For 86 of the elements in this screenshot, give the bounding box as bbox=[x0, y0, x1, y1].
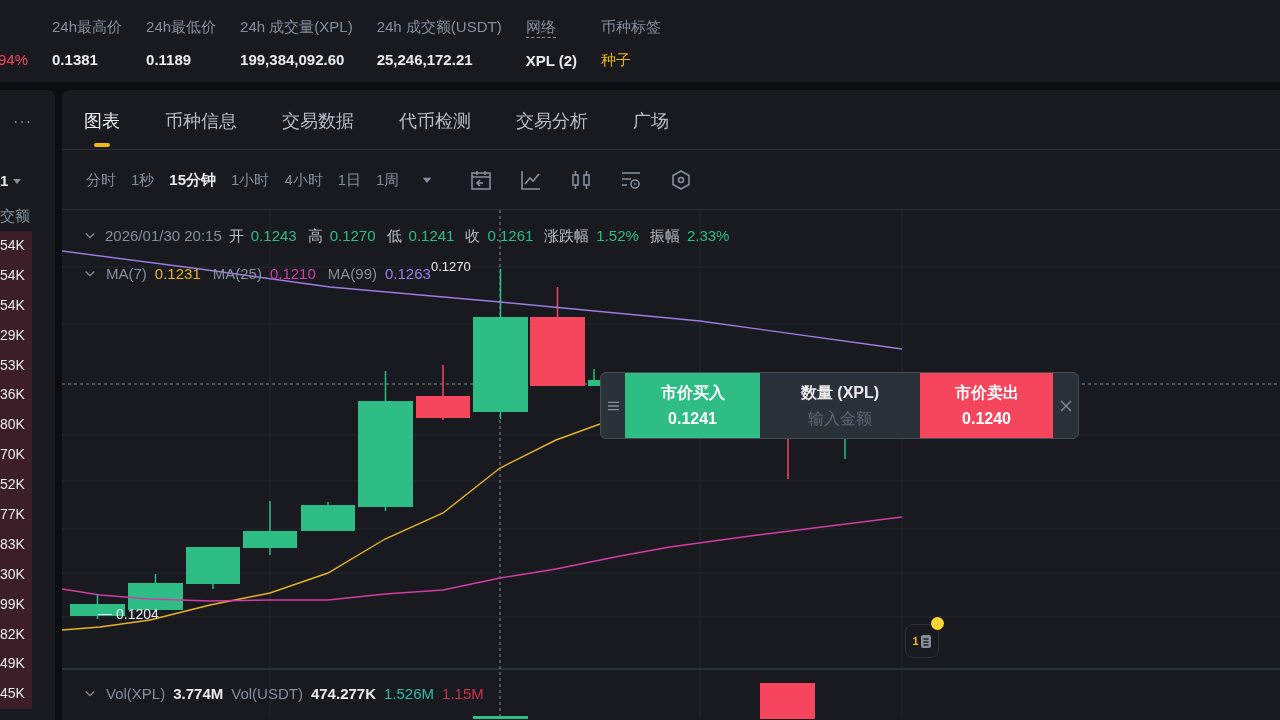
ohlc-label: 高 bbox=[307, 226, 323, 246]
ma-label: MA(99) bbox=[327, 264, 377, 284]
order-book-amount: 99K bbox=[0, 594, 26, 614]
interval-tab[interactable]: 分时 bbox=[86, 169, 116, 190]
candle-datetime: 2026/01/30 20:15 bbox=[105, 226, 222, 246]
stat-value: 0.1381 bbox=[52, 50, 99, 70]
stat-value: 199,384,092.60 bbox=[240, 50, 346, 70]
candlestick bbox=[588, 368, 600, 387]
candlestick bbox=[416, 364, 470, 421]
volume-bar bbox=[760, 683, 815, 719]
candlestick bbox=[301, 501, 355, 532]
ohlc-value: 2.33% bbox=[686, 226, 730, 246]
order-book-amount: 29K bbox=[0, 325, 26, 345]
high-price-marker: 0.1270 bbox=[431, 259, 471, 274]
order-book-amount: 52K bbox=[0, 475, 26, 495]
column-heading: 交额 bbox=[0, 206, 31, 226]
ohlc-value: 1.52% bbox=[596, 226, 639, 246]
quantity-label: 数量 (XPL) bbox=[800, 382, 880, 403]
ohlc-label: 开 bbox=[228, 226, 244, 246]
interval-tab[interactable]: 1日 bbox=[337, 169, 362, 190]
low-price-marker: 0.1204 bbox=[116, 606, 159, 622]
ohlc-label: 振幅 bbox=[649, 226, 680, 246]
order-book-amount: 36K bbox=[0, 385, 26, 405]
ma-value: 0.1231 bbox=[154, 264, 201, 284]
volume-value: 474.277K bbox=[310, 684, 376, 704]
order-book-amount: 77K bbox=[0, 505, 26, 524]
order-book-amount: 49K bbox=[0, 654, 26, 674]
caret-icon bbox=[12, 177, 23, 185]
volume-label: Vol(XPL) bbox=[106, 684, 166, 704]
market-sell-button[interactable]: 市价卖出 0.1240 bbox=[920, 373, 1053, 438]
tab[interactable]: 广场 bbox=[633, 89, 669, 149]
document-icon bbox=[919, 633, 932, 649]
tab[interactable]: 交易分析 bbox=[516, 89, 588, 149]
amount-input[interactable]: 输入金额 bbox=[770, 408, 910, 429]
ohlc-value: 0.1261 bbox=[487, 226, 534, 246]
stat-label: 24h 成交量(XPL) bbox=[240, 17, 353, 37]
order-book-amount: 80K bbox=[0, 415, 26, 435]
interval-tab[interactable]: 15分钟 bbox=[169, 169, 217, 190]
interval-tab[interactable]: 1秒 bbox=[131, 169, 155, 190]
candle-wick bbox=[844, 438, 846, 460]
drag-handle-icon[interactable] bbox=[606, 399, 620, 412]
interval-tab[interactable]: 1周 bbox=[376, 169, 400, 190]
volume-label: Vol(USDT) bbox=[231, 684, 303, 704]
stat-value: XPL (2) bbox=[525, 51, 578, 71]
order-book-amount: 82K bbox=[0, 624, 26, 644]
buy-volume-value: 1.526M bbox=[384, 684, 435, 704]
stat-value: 25,246,172.21 bbox=[376, 50, 474, 70]
stat-label: 币种标签 bbox=[601, 17, 662, 37]
candlestick bbox=[243, 500, 297, 556]
stat-label: 24h最低价 bbox=[146, 17, 217, 37]
ma-value: 0.1210 bbox=[269, 264, 316, 284]
more-menu-button[interactable]: ··· bbox=[13, 112, 55, 132]
tab[interactable]: 代币检测 bbox=[399, 89, 471, 149]
tag-label[interactable]: 种子 bbox=[601, 50, 662, 70]
ohlc-value: 0.1270 bbox=[329, 226, 376, 246]
close-icon[interactable] bbox=[1059, 399, 1072, 412]
ohlc-label: 涨跌幅 bbox=[544, 226, 590, 246]
order-book-amount: 53K bbox=[0, 355, 26, 375]
order-book-amount: 30K bbox=[0, 564, 26, 584]
precision-dropdown[interactable]: 1 bbox=[0, 171, 23, 191]
tab[interactable]: 交易数据 bbox=[282, 89, 354, 149]
ma-value: 0.1263 bbox=[385, 265, 431, 284]
volume-value: 3.774M bbox=[173, 684, 224, 704]
order-book-amount: 45K bbox=[0, 684, 26, 704]
order-book-amount: 54K bbox=[0, 236, 26, 255]
volume-bar bbox=[473, 716, 528, 719]
order-book-amount: 54K bbox=[0, 295, 26, 315]
interval-tab[interactable]: 1小时 bbox=[231, 169, 270, 190]
sell-volume-value: 1.15M bbox=[442, 684, 484, 704]
ohlc-label: 收 bbox=[465, 226, 481, 246]
order-book-amount: 83K bbox=[0, 534, 26, 554]
stat-label: 24h 成交额(USDT) bbox=[376, 17, 502, 37]
order-book-amount: 54K bbox=[0, 265, 26, 285]
order-book-amount: 70K bbox=[0, 445, 26, 465]
tab[interactable]: 图表 bbox=[84, 89, 120, 149]
ohlc-value: 0.1241 bbox=[408, 226, 455, 246]
stat-label: 网络 bbox=[525, 17, 556, 38]
candlestick bbox=[186, 546, 240, 590]
stat-value: 0.1189 bbox=[146, 50, 193, 70]
tab[interactable]: 币种信息 bbox=[165, 89, 237, 149]
ma-label: MA(7) bbox=[106, 264, 147, 284]
ohlc-label: 低 bbox=[386, 226, 402, 246]
ohlc-value: 0.1243 bbox=[250, 226, 297, 246]
stat-label: 24h最高价 bbox=[52, 17, 123, 37]
candle-wick bbox=[787, 438, 789, 480]
interval-tab[interactable]: 4小时 bbox=[284, 169, 323, 190]
